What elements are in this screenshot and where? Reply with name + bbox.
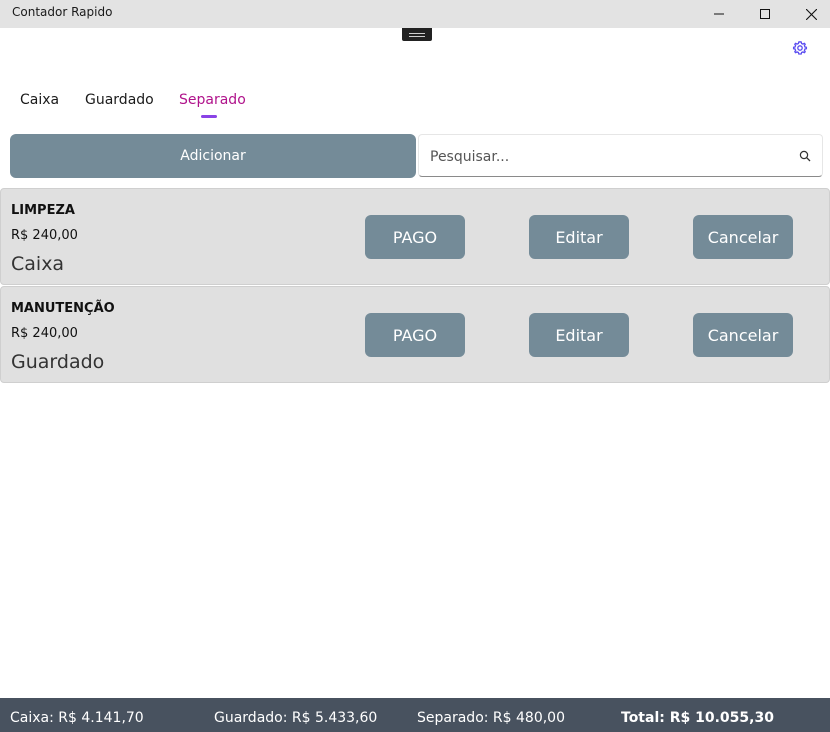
list-item: LIMPEZA R$ 240,00 Caixa PAGO Editar Canc…: [0, 188, 830, 285]
item-location: Caixa: [11, 253, 65, 275]
maximize-button[interactable]: [742, 0, 788, 28]
tab-separado[interactable]: Separado: [179, 92, 246, 108]
separado-total: Separado: R$ 480,00: [417, 710, 565, 726]
pago-button[interactable]: PAGO: [365, 215, 465, 259]
item-name: MANUTENÇÃO: [11, 301, 115, 316]
edit-button[interactable]: Editar: [529, 313, 629, 357]
tab-caixa[interactable]: Caixa: [20, 92, 59, 108]
close-button[interactable]: [788, 0, 830, 28]
search-box[interactable]: [418, 134, 823, 177]
cancel-button[interactable]: Cancelar: [693, 313, 793, 357]
app-window: Contador Rapido Caixa Guardado Separado …: [0, 0, 830, 732]
item-name: LIMPEZA: [11, 203, 75, 218]
tab-bar: Caixa Guardado Separado: [0, 90, 830, 120]
minimize-button[interactable]: [696, 0, 742, 28]
gear-icon: [792, 41, 808, 55]
search-icon[interactable]: [799, 150, 811, 162]
item-location: Guardado: [11, 351, 105, 373]
list-item: MANUTENÇÃO R$ 240,00 Guardado PAGO Edita…: [0, 286, 830, 383]
pago-button[interactable]: PAGO: [365, 313, 465, 357]
tab-guardado[interactable]: Guardado: [85, 92, 154, 108]
maximize-icon: [760, 9, 770, 19]
window-title: Contador Rapido: [12, 5, 113, 19]
totals-footer: Caixa: R$ 4.141,70 Guardado: R$ 5.433,60…: [0, 698, 830, 732]
edit-button[interactable]: Editar: [529, 215, 629, 259]
title-bar[interactable]: Contador Rapido: [0, 0, 830, 28]
item-amount: R$ 240,00: [11, 228, 78, 243]
search-input[interactable]: [428, 145, 792, 169]
cancel-button[interactable]: Cancelar: [693, 215, 793, 259]
active-tab-indicator: [201, 115, 217, 118]
grand-total: Total: R$ 10.055,30: [621, 710, 774, 726]
guardado-total: Guardado: R$ 5.433,60: [214, 710, 378, 726]
add-button[interactable]: Adicionar: [10, 134, 416, 178]
add-button-label: Adicionar: [180, 148, 246, 164]
drag-handle[interactable]: [402, 28, 432, 41]
item-amount: R$ 240,00: [11, 326, 78, 341]
settings-button[interactable]: [792, 40, 808, 56]
minimize-icon: [714, 13, 724, 15]
caixa-total: Caixa: R$ 4.141,70: [10, 710, 144, 726]
close-icon: [805, 8, 817, 20]
